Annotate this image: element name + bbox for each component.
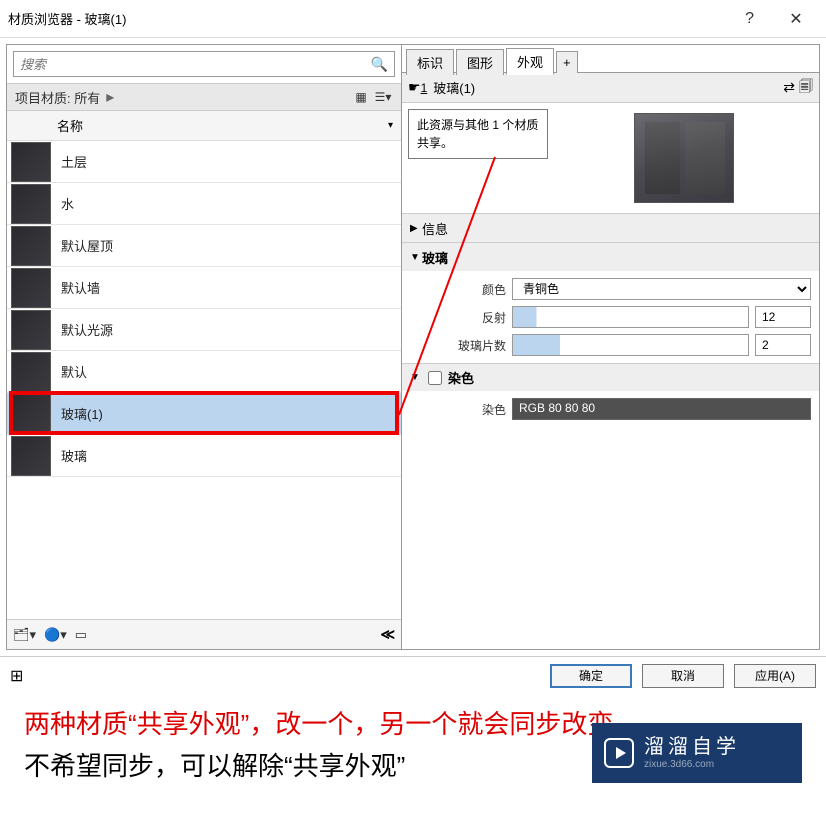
material-thumb — [11, 394, 51, 434]
reflect-value[interactable] — [755, 306, 811, 328]
new-material-icon[interactable]: 🔵▾ — [44, 627, 67, 643]
sort-dropdown-icon[interactable]: ▾ — [388, 120, 393, 131]
color-select[interactable]: 青铜色 — [512, 278, 811, 300]
ok-button[interactable]: 确定 — [550, 664, 632, 688]
logo-text: 溜溜自学 — [644, 735, 740, 759]
column-header[interactable]: 名称 ▾ — [7, 111, 401, 141]
tab-graphics[interactable]: 图形 — [456, 49, 504, 75]
project-materials-header[interactable]: 项目材质: 所有 ▸ ▦ ☰▾ — [7, 83, 401, 111]
sheets-slider[interactable] — [512, 334, 749, 356]
asset-header: ☛ 1 玻璃(1) ⇄ 🗐 — [402, 73, 819, 103]
close-icon[interactable]: ✕ — [774, 9, 818, 29]
material-thumb — [11, 142, 51, 182]
material-thumb — [11, 352, 51, 392]
section-glass: ▼玻璃 颜色 青铜色 反射 玻璃片数 — [402, 242, 819, 363]
material-row[interactable]: 土层 — [7, 141, 401, 183]
cancel-button[interactable]: 取消 — [642, 664, 724, 688]
material-thumb — [11, 184, 51, 224]
tab-bar: 标识 图形 外观 + — [402, 45, 819, 73]
sheets-label: 玻璃片数 — [410, 337, 506, 354]
reflect-label: 反射 — [410, 309, 506, 326]
section-info: ▶信息 — [402, 213, 819, 242]
material-list: 土层 水 默认屋顶 默认墙 默认光源 默认 玻璃(1) 玻璃 — [7, 141, 401, 619]
name-column-label: 名称 — [57, 116, 83, 135]
prop-sheets: 玻璃片数 — [410, 331, 811, 359]
apply-button[interactable]: 应用(A) — [734, 664, 816, 688]
material-row-selected[interactable]: 玻璃(1) — [7, 393, 401, 435]
help-icon[interactable]: ? — [745, 10, 754, 28]
chevron-right-icon: ▸ — [106, 87, 114, 107]
left-toolbar: 🗂▾ 🔵▾ ▭ ≪ — [7, 619, 401, 649]
project-header-label: 项目材质: 所有 — [15, 88, 100, 107]
sheets-value[interactable] — [755, 334, 811, 356]
tab-add[interactable]: + — [556, 51, 578, 73]
search-icon[interactable]: 🔍 — [371, 56, 388, 73]
watermark-logo: 溜溜自学 zixue.3d66.com — [592, 723, 802, 783]
asset-grid-icon[interactable]: ⊞ — [10, 666, 23, 686]
tint-color-value[interactable]: RGB 80 80 80 — [512, 398, 811, 420]
material-row[interactable]: 默认屋顶 — [7, 225, 401, 267]
replace-asset-icon[interactable]: ⇄ — [783, 79, 795, 96]
dialog-footer: ⊞ 确定 取消 应用(A) — [0, 656, 826, 694]
tab-appearance[interactable]: 外观 — [506, 48, 554, 75]
duplicate-asset-icon[interactable]: 🗐 — [799, 76, 813, 100]
material-row[interactable]: 默认墙 — [7, 267, 401, 309]
material-name: 默认 — [61, 362, 87, 381]
asset-index: 1 — [421, 81, 428, 95]
view-grid-icon[interactable]: ▦ — [351, 87, 371, 107]
material-name: 玻璃 — [61, 446, 87, 465]
section-info-header[interactable]: ▶信息 — [402, 214, 819, 242]
search-input[interactable] — [20, 57, 371, 72]
collapse-icon: ▼ — [410, 252, 422, 263]
shared-asset-tooltip: 此资源与其他 1 个材质共享。 — [408, 109, 548, 159]
collapse-icon: ▼ — [410, 372, 422, 383]
collapse-icon[interactable]: ≪ — [380, 626, 395, 643]
material-row[interactable]: 玻璃 — [7, 435, 401, 477]
section-glass-header[interactable]: ▼玻璃 — [402, 243, 819, 271]
section-tint-header[interactable]: ▼ 染色 — [402, 363, 819, 391]
section-tint-body: 染色 RGB 80 80 80 — [402, 391, 819, 427]
logo-url: zixue.3d66.com — [644, 759, 740, 771]
material-name: 默认墙 — [61, 278, 100, 297]
play-icon — [604, 738, 634, 768]
title-bar: 材质浏览器 - 玻璃(1) ? ✕ — [0, 0, 826, 38]
left-panel: 🔍 项目材质: 所有 ▸ ▦ ☰▾ 名称 ▾ 土层 水 默认屋顶 默认墙 默认光… — [7, 45, 402, 649]
open-library-icon[interactable]: ▭ — [75, 627, 87, 643]
right-panel: 标识 图形 外观 + ☛ 1 玻璃(1) ⇄ 🗐 此资源与其他 1 个材质共享。… — [402, 45, 819, 649]
asset-name: 玻璃(1) — [433, 78, 475, 97]
search-box[interactable]: 🔍 — [13, 51, 395, 77]
view-list-icon[interactable]: ☰▾ — [373, 87, 393, 107]
reflect-slider[interactable] — [512, 306, 749, 328]
expand-icon: ▶ — [410, 223, 422, 234]
window-title: 材质浏览器 - 玻璃(1) — [8, 9, 745, 28]
material-name: 玻璃(1) — [61, 404, 103, 423]
material-thumb — [11, 310, 51, 350]
tint-color-label: 染色 — [410, 401, 506, 418]
material-row[interactable]: 默认光源 — [7, 309, 401, 351]
color-label: 颜色 — [410, 281, 506, 298]
prop-tint-color: 染色 RGB 80 80 80 — [410, 395, 811, 423]
material-thumb — [11, 436, 51, 476]
material-thumb — [11, 226, 51, 266]
material-row[interactable]: 默认 — [7, 351, 401, 393]
material-row[interactable]: 水 — [7, 183, 401, 225]
material-name: 默认光源 — [61, 320, 113, 339]
material-thumb — [11, 268, 51, 308]
tab-identity[interactable]: 标识 — [406, 49, 454, 75]
main-panel: 🔍 项目材质: 所有 ▸ ▦ ☰▾ 名称 ▾ 土层 水 默认屋顶 默认墙 默认光… — [6, 44, 820, 650]
preview-image[interactable] — [554, 109, 813, 207]
material-name: 水 — [61, 194, 74, 213]
prop-color: 颜色 青铜色 — [410, 275, 811, 303]
preview-zone: 此资源与其他 1 个材质共享。 — [402, 103, 819, 213]
material-name: 土层 — [61, 152, 87, 171]
prop-reflect: 反射 — [410, 303, 811, 331]
library-icon[interactable]: 🗂▾ — [13, 627, 36, 643]
tint-checkbox[interactable] — [428, 371, 442, 385]
material-name: 默认屋顶 — [61, 236, 113, 255]
asset-hand-icon[interactable]: ☛ — [408, 79, 421, 96]
